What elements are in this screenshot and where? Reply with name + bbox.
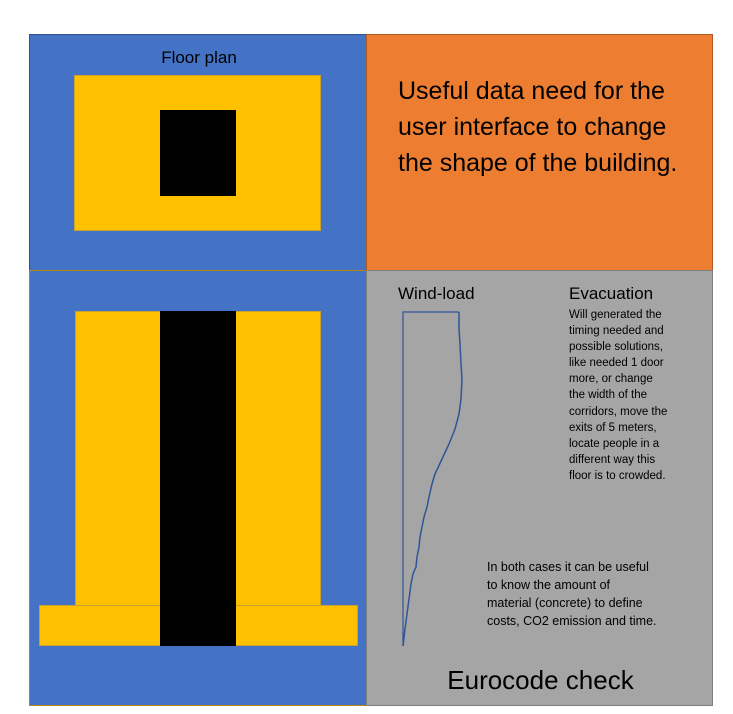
floor-core (160, 110, 236, 196)
wind-load-outline (402, 311, 459, 646)
floor-plan-panel: Floor plan (29, 34, 367, 271)
eurocode-check-title: Eurocode check (447, 665, 634, 695)
ui-data-note: Useful data need for the user interface … (398, 77, 678, 177)
building-core (160, 311, 236, 646)
floor-plan-title: Floor plan (161, 48, 237, 67)
ui-data-note-panel: Useful data need for the user interface … (366, 34, 713, 271)
evacuation-title: Evacuation (569, 284, 654, 303)
wind-load-title: Wind-load (398, 284, 475, 303)
wind-load-profile (402, 311, 463, 647)
eurocode-check-panel: Wind-load Evacuation Will generated the … (366, 270, 713, 706)
evacuation-description: Will generated the timing needed and pos… (569, 309, 668, 482)
wind-load-curve (402, 312, 463, 647)
building-elevation-panel (29, 270, 367, 706)
material-note: In both cases it can be useful to know t… (487, 560, 657, 628)
